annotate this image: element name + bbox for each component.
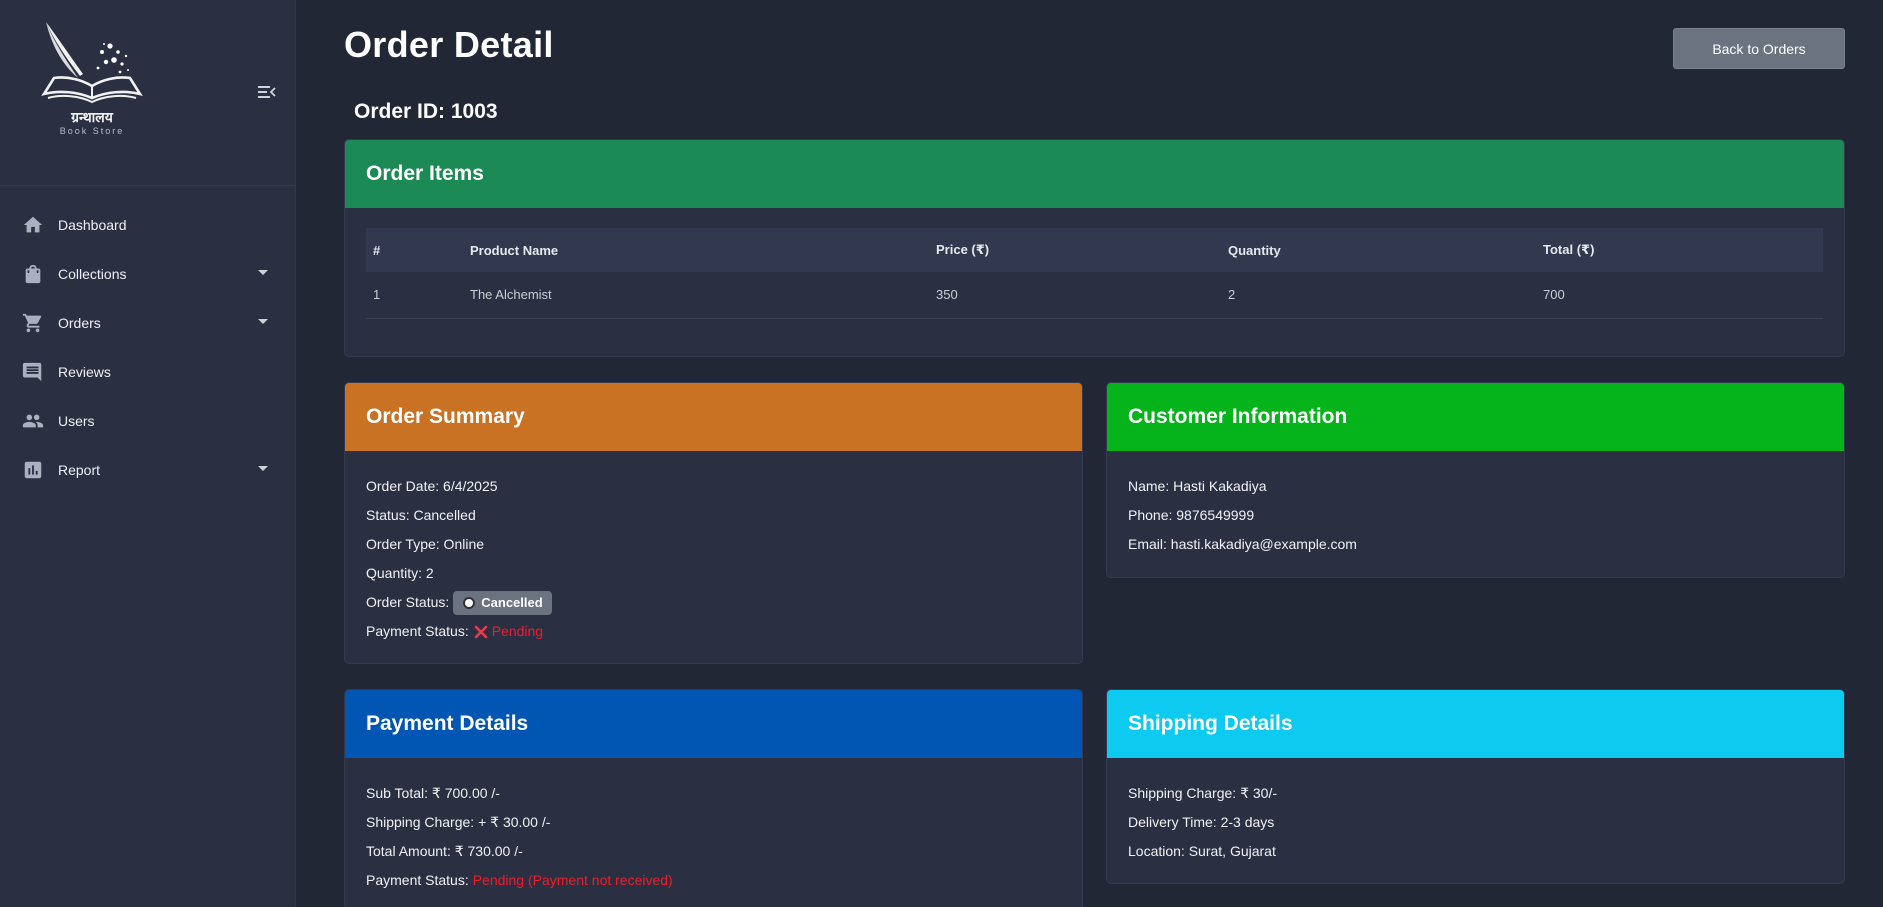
chevron-down-icon[interactable] [258,319,268,324]
sidebar-item-orders[interactable]: Orders [0,298,295,347]
brand-subtitle: Book Store [59,126,125,136]
sidebar-nav: Dashboard Collections Orders Reviews Use… [0,186,295,494]
card-body: Name: Hasti Kakadiya Phone: 9876549999 E… [1107,451,1844,559]
customer-name: Name: Hasti Kakadiya [1128,478,1267,494]
cross-icon [474,625,488,638]
book-feather-icon [41,22,143,104]
sidebar-item-collections[interactable]: Collections [0,249,295,298]
column-header: # [373,242,381,258]
sidebar-item-label: Dashboard [58,216,127,233]
sidebar-item-label: Report [58,461,101,478]
shipping-location: Location: Surat, Gujarat [1128,843,1276,859]
sidebar-item-label: Reviews [58,363,111,380]
logo-area: ग्रन्थालय Book Store [0,0,295,186]
payment-status-label: Payment Status: [366,872,469,888]
order-id: Order ID: 1003 [354,100,498,123]
card-header: Order Summary [345,383,1082,451]
card-body: Sub Total: ₹ 700.00 /- Shipping Charge: … [345,758,1082,895]
sidebar-item-users[interactable]: Users [0,396,295,445]
circle-icon [463,596,476,609]
column-header: Price (₹) [936,242,990,257]
payment-details-card: Payment Details Sub Total: ₹ 700.00 /- S… [344,689,1083,907]
shopping-bag-icon [22,263,44,285]
card-header: Shipping Details [1107,690,1844,758]
home-icon [22,214,44,236]
order-status-text: Status: Cancelled [366,507,476,523]
main-content: Order Detail Back to Orders Order ID: 10… [344,0,1845,907]
sub-total: Sub Total: ₹ 700.00 /- [366,785,500,801]
payment-status-value: Pending [491,623,544,639]
customer-info-card: Customer Information Name: Hasti Kakadiy… [1106,382,1845,578]
column-header: Quantity [1228,242,1281,258]
chart-icon [22,459,44,481]
table-cell: The Alchemist [463,272,929,319]
order-items-table: # Product Name Price (₹) Quantity Total … [366,228,1823,319]
card-header: Order Items [345,140,1844,208]
order-quantity: Quantity: 2 [366,565,434,581]
order-date: Order Date: 6/4/2025 [366,478,498,494]
sidebar-item-label: Orders [58,314,101,331]
chevron-down-icon[interactable] [258,466,268,471]
sidebar-item-report[interactable]: Report [0,445,295,494]
menu-collapse-icon[interactable] [258,84,276,100]
table-cell: 2 [1221,272,1536,319]
order-status-row: Order Status: Cancelled [366,588,1061,617]
order-items-card: Order Items # Product Name Price (₹) Qua… [344,139,1845,357]
sidebar-item-label: Collections [58,265,127,282]
sidebar-item-dashboard[interactable]: Dashboard [0,200,295,249]
sidebar-item-reviews[interactable]: Reviews [0,347,295,396]
table-row: 1 The Alchemist 350 2 700 [366,272,1823,319]
table-header-row: # Product Name Price (₹) Quantity Total … [366,228,1823,272]
payment-status-row: Payment Status: Pending (Payment not rec… [366,866,1061,895]
shipping-charge: Shipping Charge: + ₹ 30.00 /- [366,814,551,830]
customer-phone: Phone: 9876549999 [1128,507,1255,523]
order-type: Order Type: Online [366,536,485,552]
order-status-label: Order Status: [366,594,450,610]
payment-status-row: Payment Status: Pending [366,617,1061,646]
card-header: Customer Information [1107,383,1844,451]
card-body: # Product Name Price (₹) Quantity Total … [345,208,1844,319]
sidebar: ग्रन्थालय Book Store Dashboard Collectio… [0,0,296,907]
users-icon [22,410,44,432]
sidebar-item-label: Users [58,412,95,429]
total-amount: Total Amount: ₹ 730.00 /- [366,843,523,859]
brand-logo[interactable]: ग्रन्थालय Book Store [38,20,146,140]
order-summary-card: Order Summary Order Date: 6/4/2025 Statu… [344,382,1083,664]
card-body: Order Date: 6/4/2025 Status: Cancelled O… [345,451,1082,646]
brand-title: ग्रन्थालय [71,110,113,126]
shipping-charge: Shipping Charge: ₹ 30/- [1128,785,1277,801]
chevron-down-icon[interactable] [258,270,268,275]
table-cell: 700 [1536,272,1823,319]
comment-icon [22,361,44,383]
status-badge: Cancelled [453,590,552,615]
payment-status-label: Payment Status: [366,623,469,639]
payment-status-value: Pending (Payment not received) [472,872,673,888]
card-header: Payment Details [345,690,1082,758]
cart-icon [22,312,44,334]
table-cell: 350 [929,272,1221,319]
back-to-orders-button[interactable]: Back to Orders [1673,28,1845,69]
page-title: Order Detail [344,24,554,65]
customer-email: Email: hasti.kakadiya@example.com [1128,536,1357,552]
column-header: Product Name [470,242,559,258]
shipping-details-card: Shipping Details Shipping Charge: ₹ 30/-… [1106,689,1845,884]
status-badge-label: Cancelled [481,595,543,610]
delivery-time: Delivery Time: 2-3 days [1128,814,1275,830]
table-cell: 1 [366,272,463,319]
card-body: Shipping Charge: ₹ 30/- Delivery Time: 2… [1107,758,1844,866]
column-header: Total (₹) [1543,242,1595,257]
